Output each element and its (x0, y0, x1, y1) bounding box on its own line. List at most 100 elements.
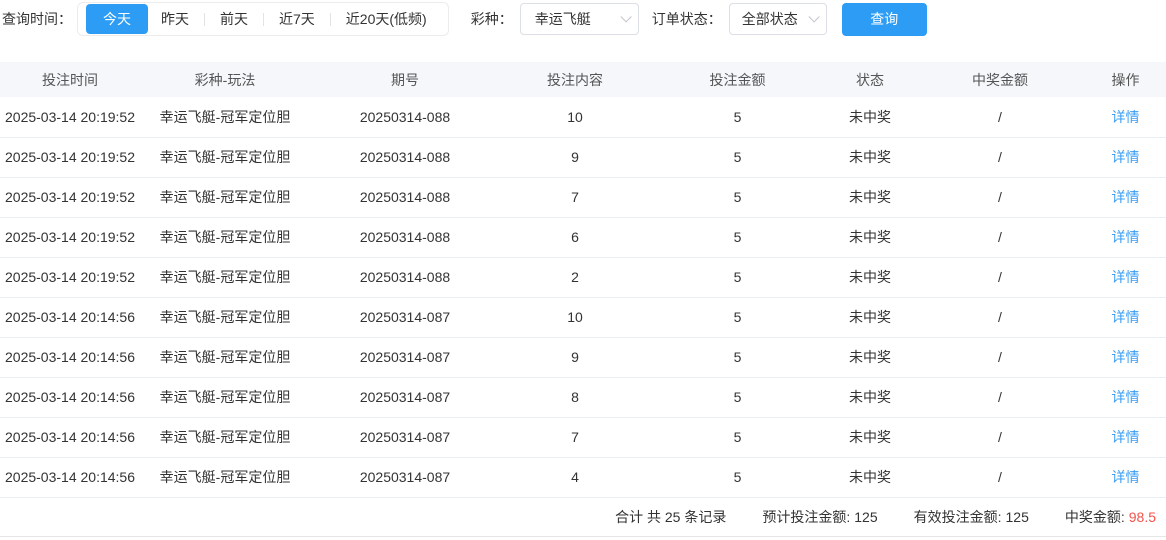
chevron-down-icon (808, 11, 819, 22)
cell-win-amount: / (915, 137, 1085, 177)
cell-bet-content: 10 (500, 97, 650, 137)
cell-bet-time: 2025-03-14 20:19:52 (0, 177, 140, 217)
table-row: 2025-03-14 20:19:52幸运飞艇-冠军定位胆20250314-08… (0, 177, 1166, 217)
cell-action: 详情 (1085, 297, 1166, 337)
cell-win-amount: / (915, 377, 1085, 417)
cell-action: 详情 (1085, 137, 1166, 177)
cell-bet-time: 2025-03-14 20:19:52 (0, 137, 140, 177)
query-button[interactable]: 查询 (842, 3, 927, 36)
cell-status: 未中奖 (825, 137, 915, 177)
cell-bet-amount: 5 (650, 417, 825, 457)
column-header-bet-content: 投注内容 (500, 62, 650, 97)
time-filter-label: 查询时间： (2, 9, 72, 29)
column-header-bet-amount: 投注金额 (650, 62, 825, 97)
detail-link[interactable]: 详情 (1112, 469, 1140, 485)
cell-game-play: 幸运飞艇-冠军定位胆 (140, 417, 310, 457)
time-filter-day-before[interactable]: 前天 (207, 6, 261, 32)
table-row: 2025-03-14 20:19:52幸运飞艇-冠军定位胆20250314-08… (0, 217, 1166, 257)
detail-link[interactable]: 详情 (1112, 429, 1140, 445)
detail-link[interactable]: 详情 (1112, 269, 1140, 285)
detail-link[interactable]: 详情 (1112, 389, 1140, 405)
table-row: 2025-03-14 20:14:56幸运飞艇-冠军定位胆20250314-08… (0, 297, 1166, 337)
time-filter-last-7-days[interactable]: 近7天 (266, 6, 328, 32)
lottery-label: 彩种： (471, 9, 513, 29)
table-row: 2025-03-14 20:14:56幸运飞艇-冠军定位胆20250314-08… (0, 337, 1166, 377)
cell-game-play: 幸运飞艇-冠军定位胆 (140, 257, 310, 297)
win-amount-value: 98.5 (1129, 509, 1156, 525)
detail-link[interactable]: 详情 (1112, 189, 1140, 205)
cell-bet-content: 10 (500, 297, 650, 337)
cell-bet-amount: 5 (650, 177, 825, 217)
column-header-status: 状态 (825, 62, 915, 97)
time-filter-last-20-days-low-freq[interactable]: 近20天(低频) (333, 6, 440, 32)
cell-bet-time: 2025-03-14 20:19:52 (0, 217, 140, 257)
cell-bet-content: 9 (500, 137, 650, 177)
lottery-select[interactable]: 幸运飞艇 (520, 3, 639, 35)
cell-win-amount: / (915, 417, 1085, 457)
cell-action: 详情 (1085, 457, 1166, 497)
cell-game-play: 幸运飞艇-冠军定位胆 (140, 217, 310, 257)
record-count: 合计 共 25 条记录 (615, 507, 726, 527)
detail-link[interactable]: 详情 (1112, 229, 1140, 245)
cell-bet-time: 2025-03-14 20:19:52 (0, 257, 140, 297)
cell-bet-amount: 5 (650, 97, 825, 137)
detail-link[interactable]: 详情 (1112, 149, 1140, 165)
table-row: 2025-03-14 20:14:56幸运飞艇-冠军定位胆20250314-08… (0, 457, 1166, 497)
table-row: 2025-03-14 20:19:52幸运飞艇-冠军定位胆20250314-08… (0, 137, 1166, 177)
detail-link[interactable]: 详情 (1112, 349, 1140, 365)
cell-game-play: 幸运飞艇-冠军定位胆 (140, 337, 310, 377)
cell-action: 详情 (1085, 177, 1166, 217)
cell-bet-amount: 5 (650, 457, 825, 497)
detail-link[interactable]: 详情 (1112, 309, 1140, 325)
cell-bet-amount: 5 (650, 337, 825, 377)
table-header-row: 投注时间彩种-玩法期号投注内容投注金额状态中奖金额操作 (0, 62, 1166, 97)
cell-win-amount: / (915, 177, 1085, 217)
table-row: 2025-03-14 20:19:52幸运飞艇-冠军定位胆20250314-08… (0, 97, 1166, 137)
cell-bet-amount: 5 (650, 297, 825, 337)
cell-action: 详情 (1085, 417, 1166, 457)
cell-win-amount: / (915, 257, 1085, 297)
cell-bet-time: 2025-03-14 20:14:56 (0, 457, 140, 497)
cell-status: 未中奖 (825, 177, 915, 217)
cell-period: 20250314-088 (310, 97, 500, 137)
cell-period: 20250314-087 (310, 377, 500, 417)
cell-bet-time: 2025-03-14 20:19:52 (0, 97, 140, 137)
column-header-period: 期号 (310, 62, 500, 97)
cell-status: 未中奖 (825, 217, 915, 257)
valid-bet-amount: 有效投注金额:125 (914, 507, 1029, 527)
time-range-group: 今天昨天前天近7天近20天(低频) (77, 2, 449, 36)
filter-bar: 查询时间： 今天昨天前天近7天近20天(低频) 彩种： 幸运飞艇 订单状态： 全… (0, 0, 1166, 38)
order-status-label: 订单状态： (652, 9, 722, 29)
cell-period: 20250314-088 (310, 217, 500, 257)
table-row: 2025-03-14 20:14:56幸运飞艇-冠军定位胆20250314-08… (0, 417, 1166, 457)
orders-table: 投注时间彩种-玩法期号投注内容投注金额状态中奖金额操作 2025-03-14 2… (0, 62, 1166, 498)
order-status-select[interactable]: 全部状态 (729, 3, 827, 35)
cell-win-amount: / (915, 297, 1085, 337)
cell-status: 未中奖 (825, 97, 915, 137)
cell-bet-time: 2025-03-14 20:14:56 (0, 297, 140, 337)
cell-win-amount: / (915, 97, 1085, 137)
time-filter-yesterday[interactable]: 昨天 (148, 6, 202, 32)
table-row: 2025-03-14 20:19:52幸运飞艇-冠军定位胆20250314-08… (0, 257, 1166, 297)
cell-bet-content: 7 (500, 177, 650, 217)
cell-action: 详情 (1085, 377, 1166, 417)
cell-bet-content: 2 (500, 257, 650, 297)
cell-win-amount: / (915, 217, 1085, 257)
cell-game-play: 幸运飞艇-冠军定位胆 (140, 177, 310, 217)
cell-win-amount: / (915, 457, 1085, 497)
column-header-win-amount: 中奖金额 (915, 62, 1085, 97)
cell-bet-content: 6 (500, 217, 650, 257)
cell-action: 详情 (1085, 257, 1166, 297)
column-header-game-play: 彩种-玩法 (140, 62, 310, 97)
expected-bet-amount: 预计投注金额:125 (762, 507, 877, 527)
cell-game-play: 幸运飞艇-冠军定位胆 (140, 97, 310, 137)
table-row: 2025-03-14 20:14:56幸运飞艇-冠军定位胆20250314-08… (0, 377, 1166, 417)
time-filter-today[interactable]: 今天 (86, 4, 148, 34)
cell-bet-content: 9 (500, 337, 650, 377)
cell-bet-amount: 5 (650, 217, 825, 257)
divider (330, 13, 331, 26)
detail-link[interactable]: 详情 (1112, 109, 1140, 125)
cell-status: 未中奖 (825, 297, 915, 337)
summary-bar: 合计 共 25 条记录 预计投注金额:125 有效投注金额:125 中奖金额:9… (0, 498, 1166, 537)
cell-status: 未中奖 (825, 377, 915, 417)
